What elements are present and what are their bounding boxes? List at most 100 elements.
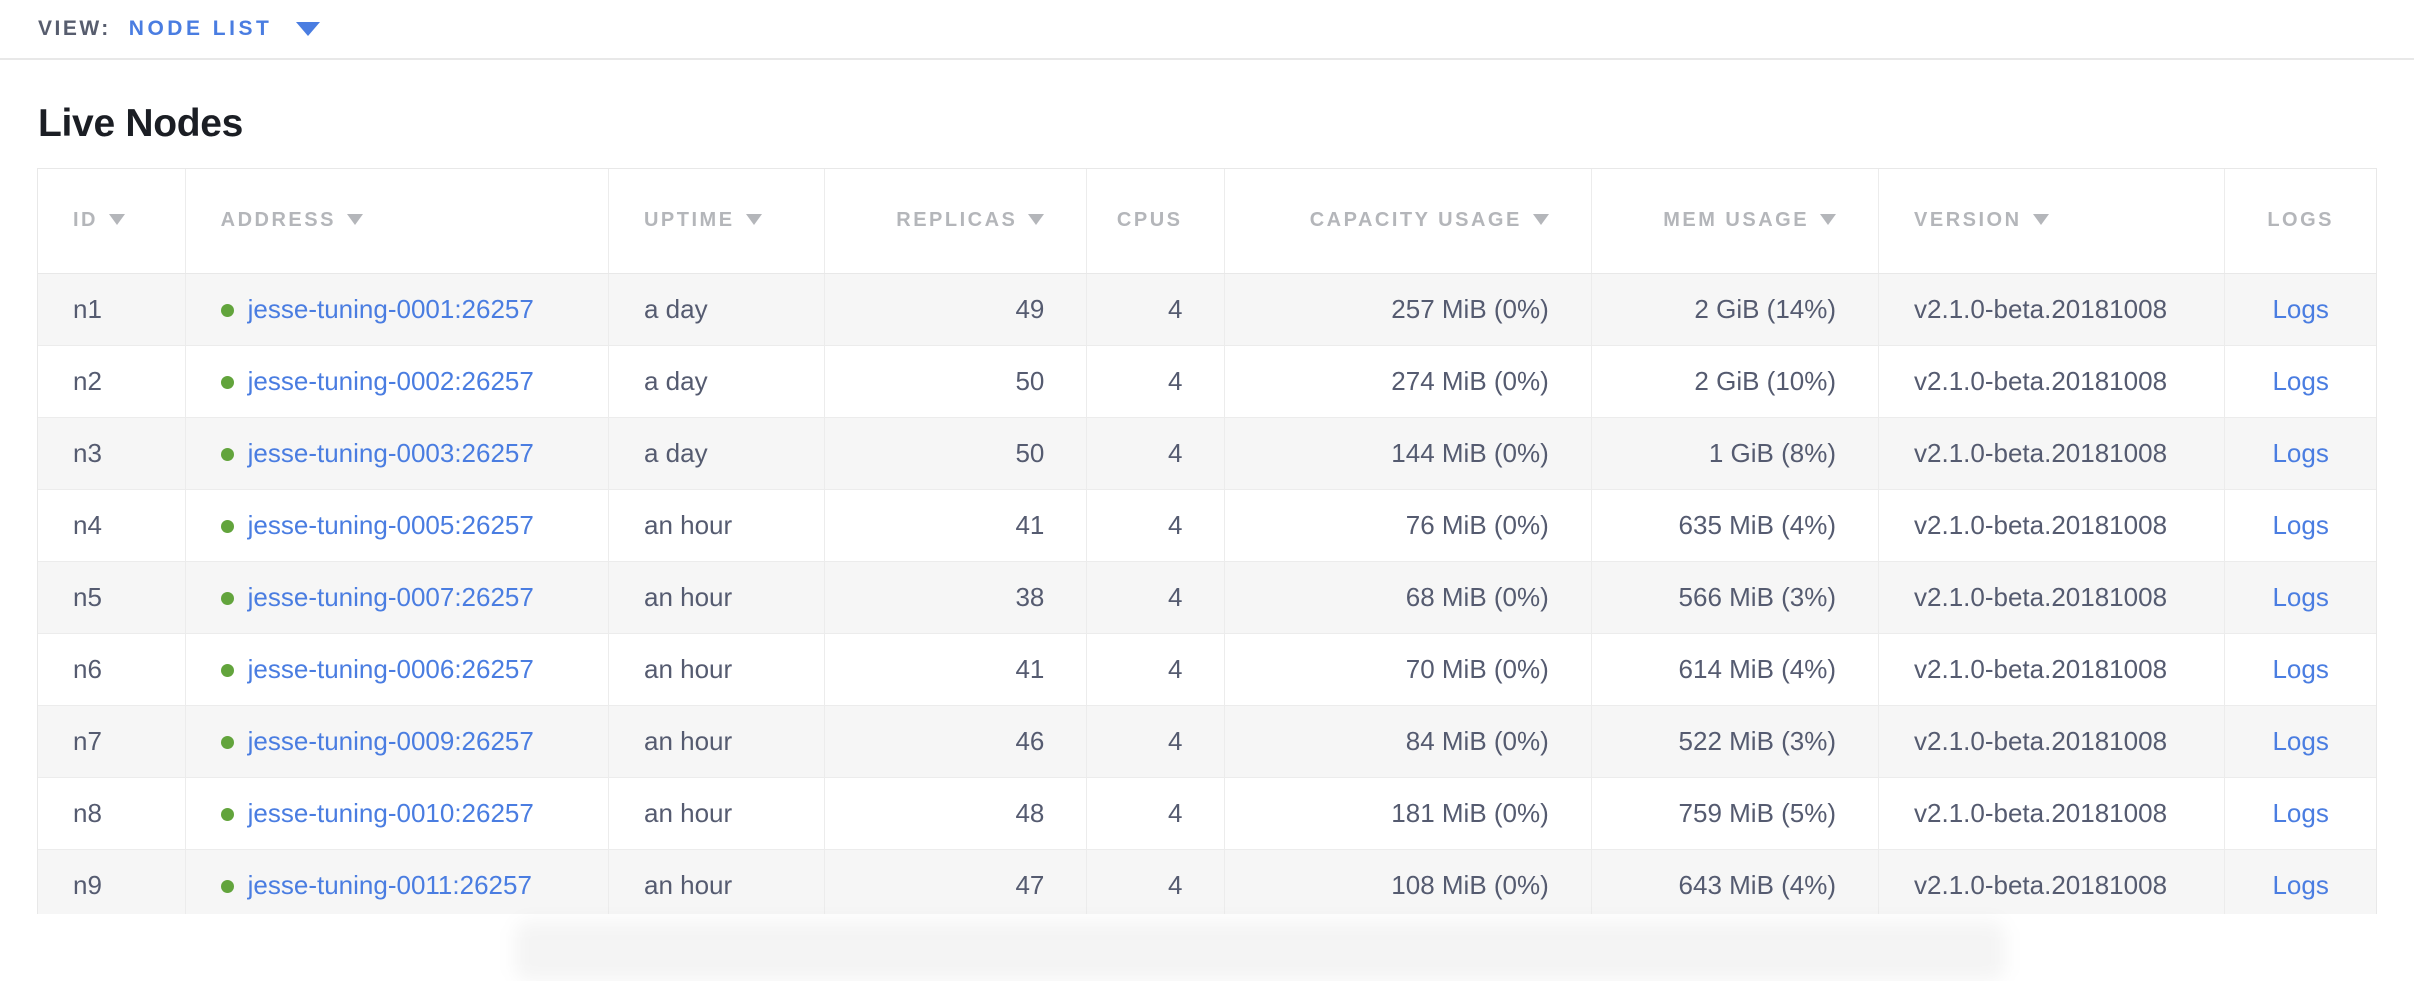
logs-link[interactable]: Logs (2272, 726, 2328, 756)
cell-cpus: 4 (1087, 417, 1225, 489)
logs-link[interactable]: Logs (2272, 438, 2328, 468)
cell-cpus: 4 (1087, 273, 1225, 345)
cell-address: jesse-tuning-0002:26257 (185, 345, 608, 417)
column-header-label: UPTIME (644, 209, 735, 231)
node-address-link[interactable]: jesse-tuning-0005:26257 (248, 510, 534, 540)
cell-mem_usage: 2 GiB (10%) (1591, 345, 1878, 417)
column-header-label: ADDRESS (221, 209, 336, 231)
table-row: n1jesse-tuning-0001:26257a day494257 MiB… (38, 273, 2376, 345)
cell-cpus: 4 (1087, 561, 1225, 633)
column-header-label: VERSION (1914, 209, 2022, 231)
green-dot-icon (221, 808, 234, 821)
table-header-row: ID ADDRESS UPTIME REPLICAS CPUS CAPACITY USAG… (38, 169, 2376, 273)
green-dot-icon (221, 304, 234, 317)
table-body: n1jesse-tuning-0001:26257a day494257 MiB… (38, 273, 2376, 921)
cell-address: jesse-tuning-0011:26257 (185, 849, 608, 921)
logs-link[interactable]: Logs (2272, 366, 2328, 396)
cell-mem_usage: 566 MiB (3%) (1591, 561, 1878, 633)
cell-capacity_usage: 76 MiB (0%) (1225, 489, 1591, 561)
column-header-logs: LOGS (2225, 169, 2376, 273)
cell-capacity_usage: 84 MiB (0%) (1225, 705, 1591, 777)
table-row: n3jesse-tuning-0003:26257a day504144 MiB… (38, 417, 2376, 489)
cell-replicas: 48 (825, 777, 1087, 849)
green-dot-icon (221, 664, 234, 677)
cell-cpus: 4 (1087, 345, 1225, 417)
logs-link[interactable]: Logs (2272, 582, 2328, 612)
green-dot-icon (221, 592, 234, 605)
column-header-label: LOGS (2267, 209, 2334, 231)
cell-cpus: 4 (1087, 849, 1225, 921)
green-dot-icon (221, 880, 234, 893)
node-address-link[interactable]: jesse-tuning-0009:26257 (248, 726, 534, 756)
table-header: ID ADDRESS UPTIME REPLICAS CPUS CAPACITY USAG… (38, 169, 2376, 273)
cell-logs: Logs (2225, 849, 2376, 921)
column-header-uptime[interactable]: UPTIME (608, 169, 824, 273)
cell-address: jesse-tuning-0005:26257 (185, 489, 608, 561)
cell-version: v2.1.0-beta.20181008 (1879, 489, 2225, 561)
cell-capacity_usage: 257 MiB (0%) (1225, 273, 1591, 345)
node-address-link[interactable]: jesse-tuning-0002:26257 (248, 366, 534, 396)
cell-id: n1 (38, 273, 185, 345)
green-dot-icon (221, 736, 234, 749)
cell-mem_usage: 643 MiB (4%) (1591, 849, 1878, 921)
column-header-mem_usage[interactable]: MEM USAGE (1591, 169, 1878, 273)
green-dot-icon (221, 448, 234, 461)
cell-uptime: a day (608, 417, 824, 489)
column-header-label: MEM USAGE (1663, 209, 1809, 231)
table-row: n7jesse-tuning-0009:26257an hour46484 Mi… (38, 705, 2376, 777)
table-row: n5jesse-tuning-0007:26257an hour38468 Mi… (38, 561, 2376, 633)
sort-desc-arrow-icon (1533, 214, 1549, 225)
green-dot-icon (221, 376, 234, 389)
logs-link[interactable]: Logs (2272, 294, 2328, 324)
table-row: n4jesse-tuning-0005:26257an hour41476 Mi… (38, 489, 2376, 561)
column-header-label: CPUS (1117, 209, 1183, 231)
cell-capacity_usage: 274 MiB (0%) (1225, 345, 1591, 417)
cell-uptime: an hour (608, 489, 824, 561)
view-bar: VIEW: NODE LIST (0, 0, 2414, 60)
cell-cpus: 4 (1087, 633, 1225, 705)
node-address-link[interactable]: jesse-tuning-0003:26257 (248, 438, 534, 468)
column-header-label: REPLICAS (896, 209, 1017, 231)
cell-capacity_usage: 70 MiB (0%) (1225, 633, 1591, 705)
cell-address: jesse-tuning-0007:26257 (185, 561, 608, 633)
view-selector-dropdown[interactable]: NODE LIST (129, 17, 321, 41)
cell-address: jesse-tuning-0010:26257 (185, 777, 608, 849)
cell-replicas: 47 (825, 849, 1087, 921)
cell-capacity_usage: 68 MiB (0%) (1225, 561, 1591, 633)
cell-cpus: 4 (1087, 777, 1225, 849)
cell-mem_usage: 522 MiB (3%) (1591, 705, 1878, 777)
node-address-link[interactable]: jesse-tuning-0011:26257 (248, 870, 532, 900)
column-header-version[interactable]: VERSION (1879, 169, 2225, 273)
cell-address: jesse-tuning-0001:26257 (185, 273, 608, 345)
cell-cpus: 4 (1087, 489, 1225, 561)
node-address-link[interactable]: jesse-tuning-0007:26257 (248, 582, 534, 612)
column-header-replicas[interactable]: REPLICAS (825, 169, 1087, 273)
cell-id: n5 (38, 561, 185, 633)
logs-link[interactable]: Logs (2272, 654, 2328, 684)
sort-desc-arrow-icon (2033, 214, 2049, 225)
green-dot-icon (221, 520, 234, 533)
column-header-id[interactable]: ID (38, 169, 185, 273)
cell-address: jesse-tuning-0009:26257 (185, 705, 608, 777)
column-header-address[interactable]: ADDRESS (185, 169, 608, 273)
node-address-link[interactable]: jesse-tuning-0010:26257 (248, 798, 534, 828)
column-header-cpus: CPUS (1087, 169, 1225, 273)
column-header-label: ID (73, 209, 98, 231)
cell-capacity_usage: 144 MiB (0%) (1225, 417, 1591, 489)
node-address-link[interactable]: jesse-tuning-0006:26257 (248, 654, 534, 684)
sort-desc-arrow-icon (1820, 214, 1836, 225)
cell-replicas: 49 (825, 273, 1087, 345)
logs-link[interactable]: Logs (2272, 870, 2328, 900)
cell-mem_usage: 1 GiB (8%) (1591, 417, 1878, 489)
cell-logs: Logs (2225, 417, 2376, 489)
logs-link[interactable]: Logs (2272, 798, 2328, 828)
cell-id: n4 (38, 489, 185, 561)
cell-version: v2.1.0-beta.20181008 (1879, 633, 2225, 705)
sort-desc-arrow-icon (347, 214, 363, 225)
column-header-capacity_usage[interactable]: CAPACITY USAGE (1225, 169, 1591, 273)
cell-version: v2.1.0-beta.20181008 (1879, 417, 2225, 489)
logs-link[interactable]: Logs (2272, 510, 2328, 540)
cell-uptime: an hour (608, 561, 824, 633)
cell-logs: Logs (2225, 633, 2376, 705)
node-address-link[interactable]: jesse-tuning-0001:26257 (248, 294, 534, 324)
